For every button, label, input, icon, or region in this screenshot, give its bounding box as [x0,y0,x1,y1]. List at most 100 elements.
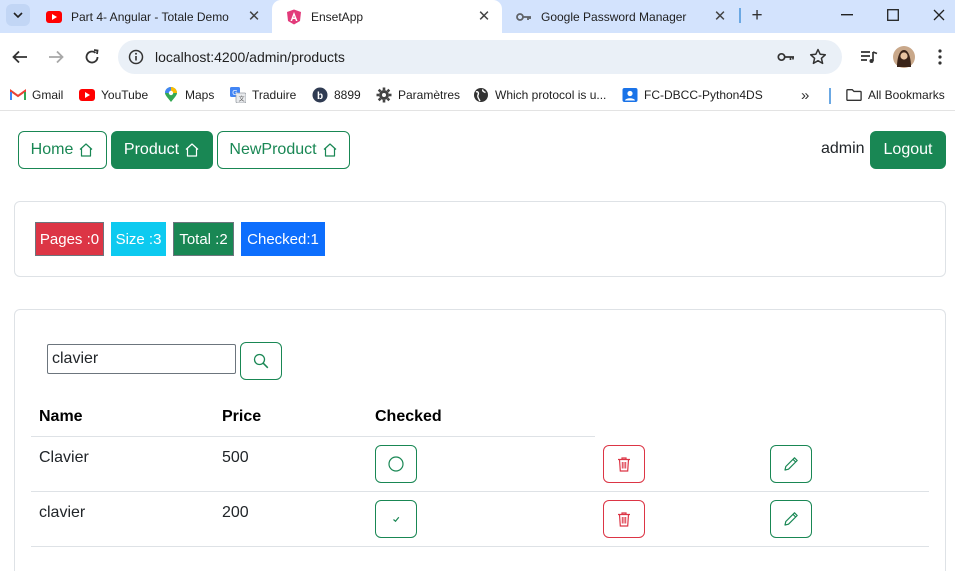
nav-home-label: Home [30,141,74,158]
tab-close-icon[interactable]: ✕ [246,8,262,25]
bookmarks-bar: Gmail YouTube Maps G文 Traduire b 8899 Pa… [0,81,955,111]
bookmark-translate[interactable]: G文 Traduire [230,85,296,105]
nav-newproduct-button[interactable]: NewProduct [217,131,350,169]
product-name-cell: Clavier [39,449,89,466]
stats-card: Pages :0 Size :3 Total :2 Checked:1 [14,201,946,277]
site-info-icon[interactable] [126,48,146,66]
bookmark-label: FC-DBCC-Python4DS [644,88,763,102]
pages-badge: Pages :0 [35,222,104,256]
tab-separator [739,8,741,23]
bookmark-maps[interactable]: Maps [163,85,214,105]
edit-button[interactable] [770,500,812,538]
tab-close-icon[interactable]: ✕ [712,8,728,25]
svg-text:G: G [232,90,237,97]
gmail-icon [10,87,26,103]
reload-button[interactable] [80,45,104,69]
tab-search-button[interactable] [6,4,30,26]
bookmark-fc-dbcc[interactable]: FC-DBCC-Python4DS [622,85,763,105]
bookmark-8899[interactable]: b 8899 [312,85,361,105]
folder-icon [846,87,862,103]
tab-title: Part 4- Angular - Totale Demo [71,9,229,24]
arrow-left-icon [12,50,27,64]
logout-button[interactable]: Logout [870,131,946,169]
bookmark-label: Maps [185,88,215,102]
browser-toolbar: localhost:4200/admin/products [0,33,955,81]
minimize-icon [841,14,853,16]
window-close-button[interactable] [924,5,954,25]
back-button[interactable] [8,45,32,69]
bookmarks-overflow-button[interactable]: » [801,85,809,105]
bookmark-label: Gmail [32,88,64,102]
arrow-right-icon [49,50,64,64]
address-bar[interactable]: localhost:4200/admin/products [118,40,842,74]
edit-button[interactable] [770,445,812,483]
maximize-button[interactable] [878,5,908,25]
reload-icon [85,49,99,64]
check-icon [393,516,400,523]
logout-label: Logout [883,141,933,158]
house-icon [323,143,336,157]
pencil-icon [784,457,798,471]
svg-text:b: b [317,91,323,102]
profile-avatar-button[interactable] [892,45,916,69]
product-price-cell: 200 [222,504,249,521]
browser-tabstrip: Part 4- Angular - Totale Demo ✕ EnsetApp… [0,0,955,33]
bookmark-label: Which protocol is u... [495,88,607,102]
search-input[interactable] [47,344,236,374]
product-price-cell: 500 [222,449,249,466]
nav-home-button[interactable]: Home [18,131,107,169]
search-button[interactable] [240,342,282,380]
bookmark-which-protocol[interactable]: Which protocol is u... [473,85,606,105]
nav-product-button[interactable]: Product [111,131,213,169]
delete-button[interactable] [603,445,645,483]
browser-tab-youtube[interactable]: Part 4- Angular - Totale Demo ✕ [32,0,272,33]
key-icon [516,9,532,25]
b-circle-icon: b [312,87,328,103]
tab-title: Google Password Manager [541,9,687,24]
column-header-price: Price [222,408,262,425]
minimize-button[interactable] [832,5,862,25]
chevron-down-icon [13,12,23,18]
total-badge: Total :2 [173,222,234,256]
column-header-name: Name [39,408,83,425]
youtube-icon [79,87,95,103]
bookmark-star-icon[interactable] [808,48,828,66]
current-username: admin [821,140,865,157]
bookmark-label: All Bookmarks [868,88,945,102]
delete-button[interactable] [603,500,645,538]
pencil-icon [784,512,798,526]
all-bookmarks-button[interactable]: All Bookmarks [846,85,945,105]
browser-tab-ensetapp[interactable]: EnsetApp ✕ [272,0,502,33]
profile-card-icon [622,87,638,103]
browser-tab-password-manager[interactable]: Google Password Manager ✕ [502,0,738,33]
bookmark-parametres[interactable]: Paramètres [376,85,460,105]
bookmark-youtube[interactable]: YouTube [79,85,148,105]
nav-product-label: Product [123,141,180,158]
bookmark-label: 8899 [334,88,361,102]
house-icon [185,143,199,157]
circle-icon [388,456,404,472]
toggle-checked-button[interactable] [375,500,417,538]
password-key-icon[interactable] [776,48,796,66]
globe-icon [473,87,489,103]
search-icon [253,353,269,369]
playlist-icon [861,51,878,63]
checked-badge: Checked:1 [241,222,325,256]
maximize-icon [887,9,899,21]
bookmark-label: Paramètres [398,88,461,102]
translate-icon: G文 [230,87,246,103]
avatar [893,46,915,68]
products-card: Name Price Checked Clavier 500 clavier 2… [14,309,946,571]
house-icon [79,143,93,157]
new-tab-button[interactable]: + [746,5,768,27]
tab-close-icon[interactable]: ✕ [476,8,492,25]
browser-menu-button[interactable] [928,45,952,69]
bookmark-gmail[interactable]: Gmail [10,85,63,105]
bookmark-label: YouTube [101,88,149,102]
svg-text:文: 文 [239,95,245,103]
media-control-button[interactable] [857,45,881,69]
trash-icon [618,457,630,472]
nav-newproduct-label: NewProduct [229,141,317,158]
forward-button[interactable] [44,45,68,69]
toggle-checked-button[interactable] [375,445,417,483]
